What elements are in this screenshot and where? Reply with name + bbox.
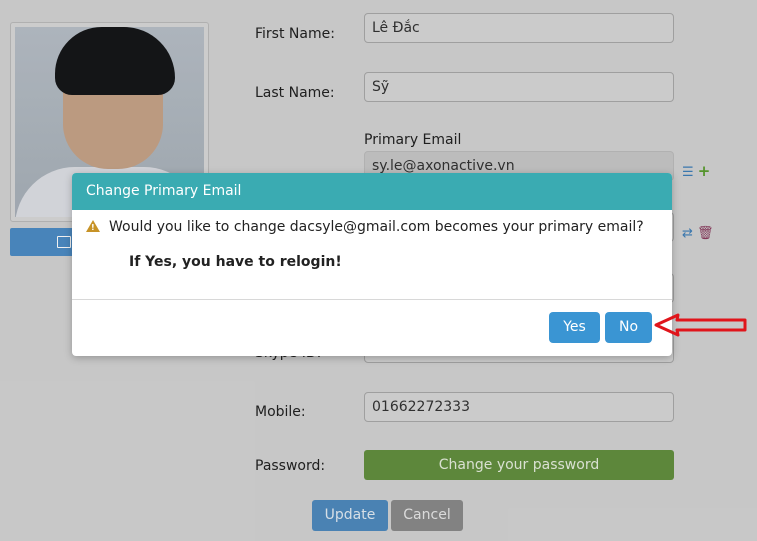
password-label: Password: [255, 458, 326, 474]
dialog-note: If Yes, you have to relogin! [129, 254, 342, 270]
dialog-body: ! Would you like to change dacsyle@gmail… [72, 210, 672, 300]
image-icon [57, 236, 71, 248]
primary-email-actions: ☰ + [682, 162, 710, 180]
no-button[interactable]: No [605, 312, 652, 343]
annotation-arrow [654, 313, 747, 337]
cancel-button[interactable]: Cancel [391, 500, 463, 531]
list-icon[interactable]: ☰ [682, 165, 694, 180]
change-primary-email-dialog: Change Primary Email ! Would you like to… [72, 173, 672, 356]
add-email-icon[interactable]: + [698, 162, 711, 180]
last-name-label: Last Name: [255, 85, 335, 101]
secondary-email-actions: ⇄ 🗑 [682, 226, 714, 241]
last-name-field[interactable]: Sỹ [364, 72, 674, 102]
first-name-field[interactable]: Lê Đắc [364, 13, 674, 43]
dialog-title: Change Primary Email [72, 173, 672, 210]
warning-icon-mark: ! [91, 223, 95, 232]
change-password-button[interactable]: Change your password [364, 450, 674, 480]
first-name-label: First Name: [255, 26, 335, 42]
yes-button[interactable]: Yes [549, 312, 600, 343]
trash-icon[interactable]: 🗑 [697, 226, 714, 241]
mobile-field[interactable]: 01662272333 [364, 392, 674, 422]
primary-email-label: Primary Email [364, 132, 462, 148]
update-button[interactable]: Update [312, 500, 388, 531]
swap-icon[interactable]: ⇄ [682, 226, 693, 241]
mobile-label: Mobile: [255, 404, 306, 420]
dialog-footer: Yes No [72, 300, 672, 356]
dialog-message: Would you like to change dacsyle@gmail.c… [109, 219, 644, 235]
